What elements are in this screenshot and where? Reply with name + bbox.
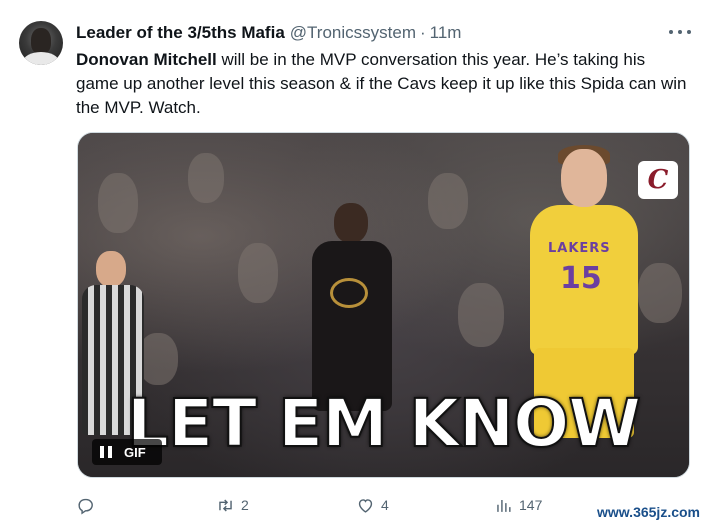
site-watermark: www.365jz.com xyxy=(591,501,706,523)
jersey-team: LAKERS xyxy=(548,241,611,256)
like-count: 4 xyxy=(381,497,389,513)
tweet-text: Donovan Mitchell will be in the MVP conv… xyxy=(76,48,691,120)
retweet-icon xyxy=(219,498,232,512)
cavaliers-logo-badge: C xyxy=(638,161,678,199)
gif-media[interactable]: LAKERS 15 C LET EM KNOW GIF xyxy=(77,132,690,478)
views-button[interactable]: 147 xyxy=(494,490,542,520)
timestamp[interactable]: 11m xyxy=(430,23,462,43)
tweet-text-bold: Donovan Mitchell xyxy=(76,50,217,69)
reply-button[interactable] xyxy=(76,490,101,520)
tweet-header: Leader of the 3/5ths Mafia @Tronicssyste… xyxy=(76,22,461,44)
gif-caption: LET EM KNOW xyxy=(126,384,642,463)
reply-icon xyxy=(78,498,93,515)
separator-dot: · xyxy=(419,23,426,42)
author-handle[interactable]: @Tronicssystem xyxy=(290,23,416,43)
retweet-count: 2 xyxy=(241,497,249,513)
badge-letter: C xyxy=(647,165,669,195)
pause-icon[interactable] xyxy=(100,446,112,458)
avatar[interactable] xyxy=(19,21,63,65)
more-icon[interactable] xyxy=(669,25,691,39)
views-icon xyxy=(497,499,511,512)
gif-label: GIF xyxy=(124,444,146,460)
like-button[interactable]: 4 xyxy=(356,490,389,520)
heart-icon xyxy=(358,498,373,513)
views-count: 147 xyxy=(519,497,543,513)
gif-control[interactable]: GIF xyxy=(92,439,162,465)
retweet-button[interactable]: 2 xyxy=(216,490,249,520)
author-name[interactable]: Leader of the 3/5ths Mafia xyxy=(76,23,285,43)
jersey-number: 15 xyxy=(560,261,602,296)
